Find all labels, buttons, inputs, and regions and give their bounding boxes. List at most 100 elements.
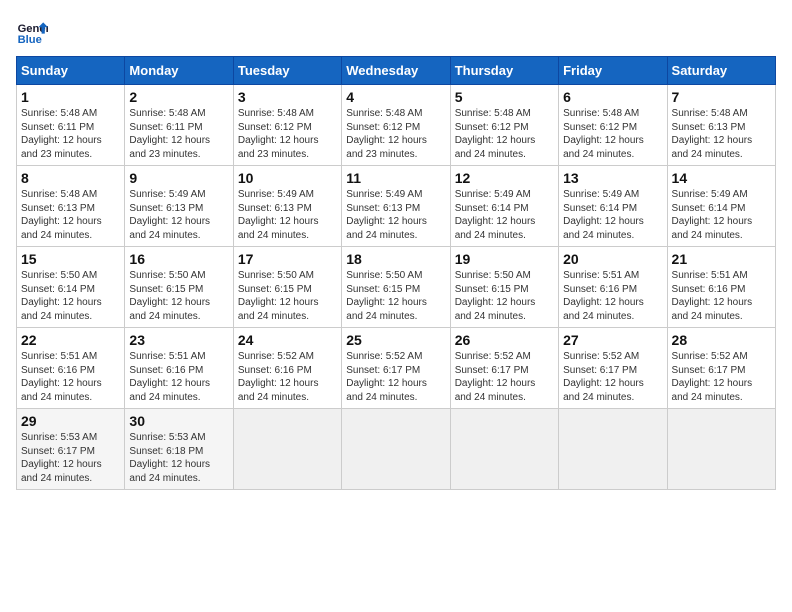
day-cell-12: 12 Sunrise: 5:49 AMSunset: 6:14 PMDayligh…	[450, 166, 558, 247]
day-cell-16: 16 Sunrise: 5:50 AMSunset: 6:15 PMDayligh…	[125, 247, 233, 328]
day-header-saturday: Saturday	[667, 57, 775, 85]
empty-cell	[233, 409, 341, 490]
day-number: 5	[455, 89, 554, 105]
day-number: 26	[455, 332, 554, 348]
day-cell-6: 6 Sunrise: 5:48 AMSunset: 6:12 PMDaylight…	[559, 85, 667, 166]
day-info: Sunrise: 5:49 AMSunset: 6:14 PMDaylight:…	[563, 188, 662, 242]
day-number: 25	[346, 332, 445, 348]
day-cell-18: 18 Sunrise: 5:50 AMSunset: 6:15 PMDayligh…	[342, 247, 450, 328]
day-info: Sunrise: 5:51 AMSunset: 6:16 PMDaylight:…	[21, 350, 120, 404]
day-cell-20: 20Sunrise: 5:51 AMSunset: 6:16 PMDayligh…	[559, 247, 667, 328]
day-info: Sunrise: 5:53 AMSunset: 6:17 PMDaylight:…	[21, 431, 120, 485]
day-info: Sunrise: 5:49 AMSunset: 6:13 PMDaylight:…	[129, 188, 228, 242]
day-number: 30	[129, 413, 228, 429]
day-number: 1	[21, 89, 120, 105]
day-info: Sunrise: 5:48 AMSunset: 6:12 PMDaylight:…	[346, 107, 445, 161]
day-info: Sunrise: 5:49 AMSunset: 6:14 PMDaylight:…	[672, 188, 771, 242]
calendar-week-5: 29 Sunrise: 5:53 AMSunset: 6:17 PMDayligh…	[17, 409, 776, 490]
day-cell-10: 10 Sunrise: 5:49 AMSunset: 6:13 PMDayligh…	[233, 166, 341, 247]
day-number: 23	[129, 332, 228, 348]
day-cell-17: 17Sunrise: 5:50 AMSunset: 6:15 PMDayligh…	[233, 247, 341, 328]
day-cell-5: 5 Sunrise: 5:48 AMSunset: 6:12 PMDaylight…	[450, 85, 558, 166]
day-number: 16	[129, 251, 228, 267]
day-info: Sunrise: 5:51 AMSunset: 6:16 PMDaylight:…	[672, 269, 771, 323]
day-cell-8: 8 Sunrise: 5:48 AMSunset: 6:13 PMDaylight…	[17, 166, 125, 247]
day-number: 19	[455, 251, 554, 267]
day-number: 20	[563, 251, 662, 267]
day-header-tuesday: Tuesday	[233, 57, 341, 85]
day-info: Sunrise: 5:51 AMSunset: 6:16 PMDaylight:…	[129, 350, 228, 404]
svg-text:Blue: Blue	[18, 34, 42, 46]
logo: General Blue	[16, 16, 52, 48]
day-cell-28: 28Sunrise: 5:52 AMSunset: 6:17 PMDayligh…	[667, 328, 775, 409]
calendar-table: SundayMondayTuesdayWednesdayThursdayFrid…	[16, 56, 776, 490]
calendar-week-2: 8 Sunrise: 5:48 AMSunset: 6:13 PMDaylight…	[17, 166, 776, 247]
day-header-monday: Monday	[125, 57, 233, 85]
day-number: 28	[672, 332, 771, 348]
day-cell-1: 1 Sunrise: 5:48 AMSunset: 6:11 PMDaylight…	[17, 85, 125, 166]
day-cell-4: 4 Sunrise: 5:48 AMSunset: 6:12 PMDaylight…	[342, 85, 450, 166]
day-number: 22	[21, 332, 120, 348]
day-number: 12	[455, 170, 554, 186]
day-info: Sunrise: 5:48 AMSunset: 6:13 PMDaylight:…	[21, 188, 120, 242]
header-row: SundayMondayTuesdayWednesdayThursdayFrid…	[17, 57, 776, 85]
day-header-wednesday: Wednesday	[342, 57, 450, 85]
empty-cell	[450, 409, 558, 490]
day-cell-22: 22 Sunrise: 5:51 AMSunset: 6:16 PMDayligh…	[17, 328, 125, 409]
day-info: Sunrise: 5:53 AMSunset: 6:18 PMDaylight:…	[129, 431, 228, 485]
day-cell-15: 15 Sunrise: 5:50 AMSunset: 6:14 PMDayligh…	[17, 247, 125, 328]
day-cell-2: 2Sunrise: 5:48 AMSunset: 6:11 PMDaylight…	[125, 85, 233, 166]
day-number: 15	[21, 251, 120, 267]
day-cell-25: 25 Sunrise: 5:52 AMSunset: 6:17 PMDayligh…	[342, 328, 450, 409]
day-info: Sunrise: 5:50 AMSunset: 6:14 PMDaylight:…	[21, 269, 120, 323]
day-info: Sunrise: 5:52 AMSunset: 6:17 PMDaylight:…	[455, 350, 554, 404]
day-info: Sunrise: 5:52 AMSunset: 6:17 PMDaylight:…	[563, 350, 662, 404]
day-number: 4	[346, 89, 445, 105]
day-cell-23: 23 Sunrise: 5:51 AMSunset: 6:16 PMDayligh…	[125, 328, 233, 409]
day-cell-26: 26 Sunrise: 5:52 AMSunset: 6:17 PMDayligh…	[450, 328, 558, 409]
day-info: Sunrise: 5:48 AMSunset: 6:12 PMDaylight:…	[563, 107, 662, 161]
empty-cell	[559, 409, 667, 490]
calendar-week-3: 15 Sunrise: 5:50 AMSunset: 6:14 PMDayligh…	[17, 247, 776, 328]
day-info: Sunrise: 5:52 AMSunset: 6:17 PMDaylight:…	[346, 350, 445, 404]
day-cell-21: 21 Sunrise: 5:51 AMSunset: 6:16 PMDayligh…	[667, 247, 775, 328]
logo-icon: General Blue	[16, 16, 48, 48]
day-number: 27	[563, 332, 662, 348]
day-number: 8	[21, 170, 120, 186]
day-info: Sunrise: 5:48 AMSunset: 6:12 PMDaylight:…	[238, 107, 337, 161]
day-number: 24	[238, 332, 337, 348]
day-number: 13	[563, 170, 662, 186]
day-number: 18	[346, 251, 445, 267]
day-info: Sunrise: 5:48 AMSunset: 6:12 PMDaylight:…	[455, 107, 554, 161]
day-number: 14	[672, 170, 771, 186]
day-cell-3: 3Sunrise: 5:48 AMSunset: 6:12 PMDaylight…	[233, 85, 341, 166]
day-info: Sunrise: 5:49 AMSunset: 6:13 PMDaylight:…	[346, 188, 445, 242]
day-info: Sunrise: 5:49 AMSunset: 6:13 PMDaylight:…	[238, 188, 337, 242]
day-number: 9	[129, 170, 228, 186]
day-cell-29: 29 Sunrise: 5:53 AMSunset: 6:17 PMDayligh…	[17, 409, 125, 490]
day-info: Sunrise: 5:49 AMSunset: 6:14 PMDaylight:…	[455, 188, 554, 242]
day-info: Sunrise: 5:50 AMSunset: 6:15 PMDaylight:…	[455, 269, 554, 323]
day-cell-14: 14 Sunrise: 5:49 AMSunset: 6:14 PMDayligh…	[667, 166, 775, 247]
day-cell-11: 11 Sunrise: 5:49 AMSunset: 6:13 PMDayligh…	[342, 166, 450, 247]
day-number: 29	[21, 413, 120, 429]
day-number: 2	[129, 89, 228, 105]
day-number: 21	[672, 251, 771, 267]
day-number: 7	[672, 89, 771, 105]
day-info: Sunrise: 5:48 AMSunset: 6:13 PMDaylight:…	[672, 107, 771, 161]
day-info: Sunrise: 5:50 AMSunset: 6:15 PMDaylight:…	[238, 269, 337, 323]
day-info: Sunrise: 5:50 AMSunset: 6:15 PMDaylight:…	[346, 269, 445, 323]
day-number: 10	[238, 170, 337, 186]
day-cell-27: 27 Sunrise: 5:52 AMSunset: 6:17 PMDayligh…	[559, 328, 667, 409]
header: General Blue	[16, 16, 776, 48]
day-info: Sunrise: 5:50 AMSunset: 6:15 PMDaylight:…	[129, 269, 228, 323]
day-cell-7: 7 Sunrise: 5:48 AMSunset: 6:13 PMDaylight…	[667, 85, 775, 166]
day-cell-13: 13 Sunrise: 5:49 AMSunset: 6:14 PMDayligh…	[559, 166, 667, 247]
empty-cell	[342, 409, 450, 490]
day-info: Sunrise: 5:52 AMSunset: 6:16 PMDaylight:…	[238, 350, 337, 404]
day-number: 6	[563, 89, 662, 105]
calendar-week-1: 1 Sunrise: 5:48 AMSunset: 6:11 PMDaylight…	[17, 85, 776, 166]
day-header-friday: Friday	[559, 57, 667, 85]
day-number: 11	[346, 170, 445, 186]
day-info: Sunrise: 5:48 AMSunset: 6:11 PMDaylight:…	[21, 107, 120, 161]
